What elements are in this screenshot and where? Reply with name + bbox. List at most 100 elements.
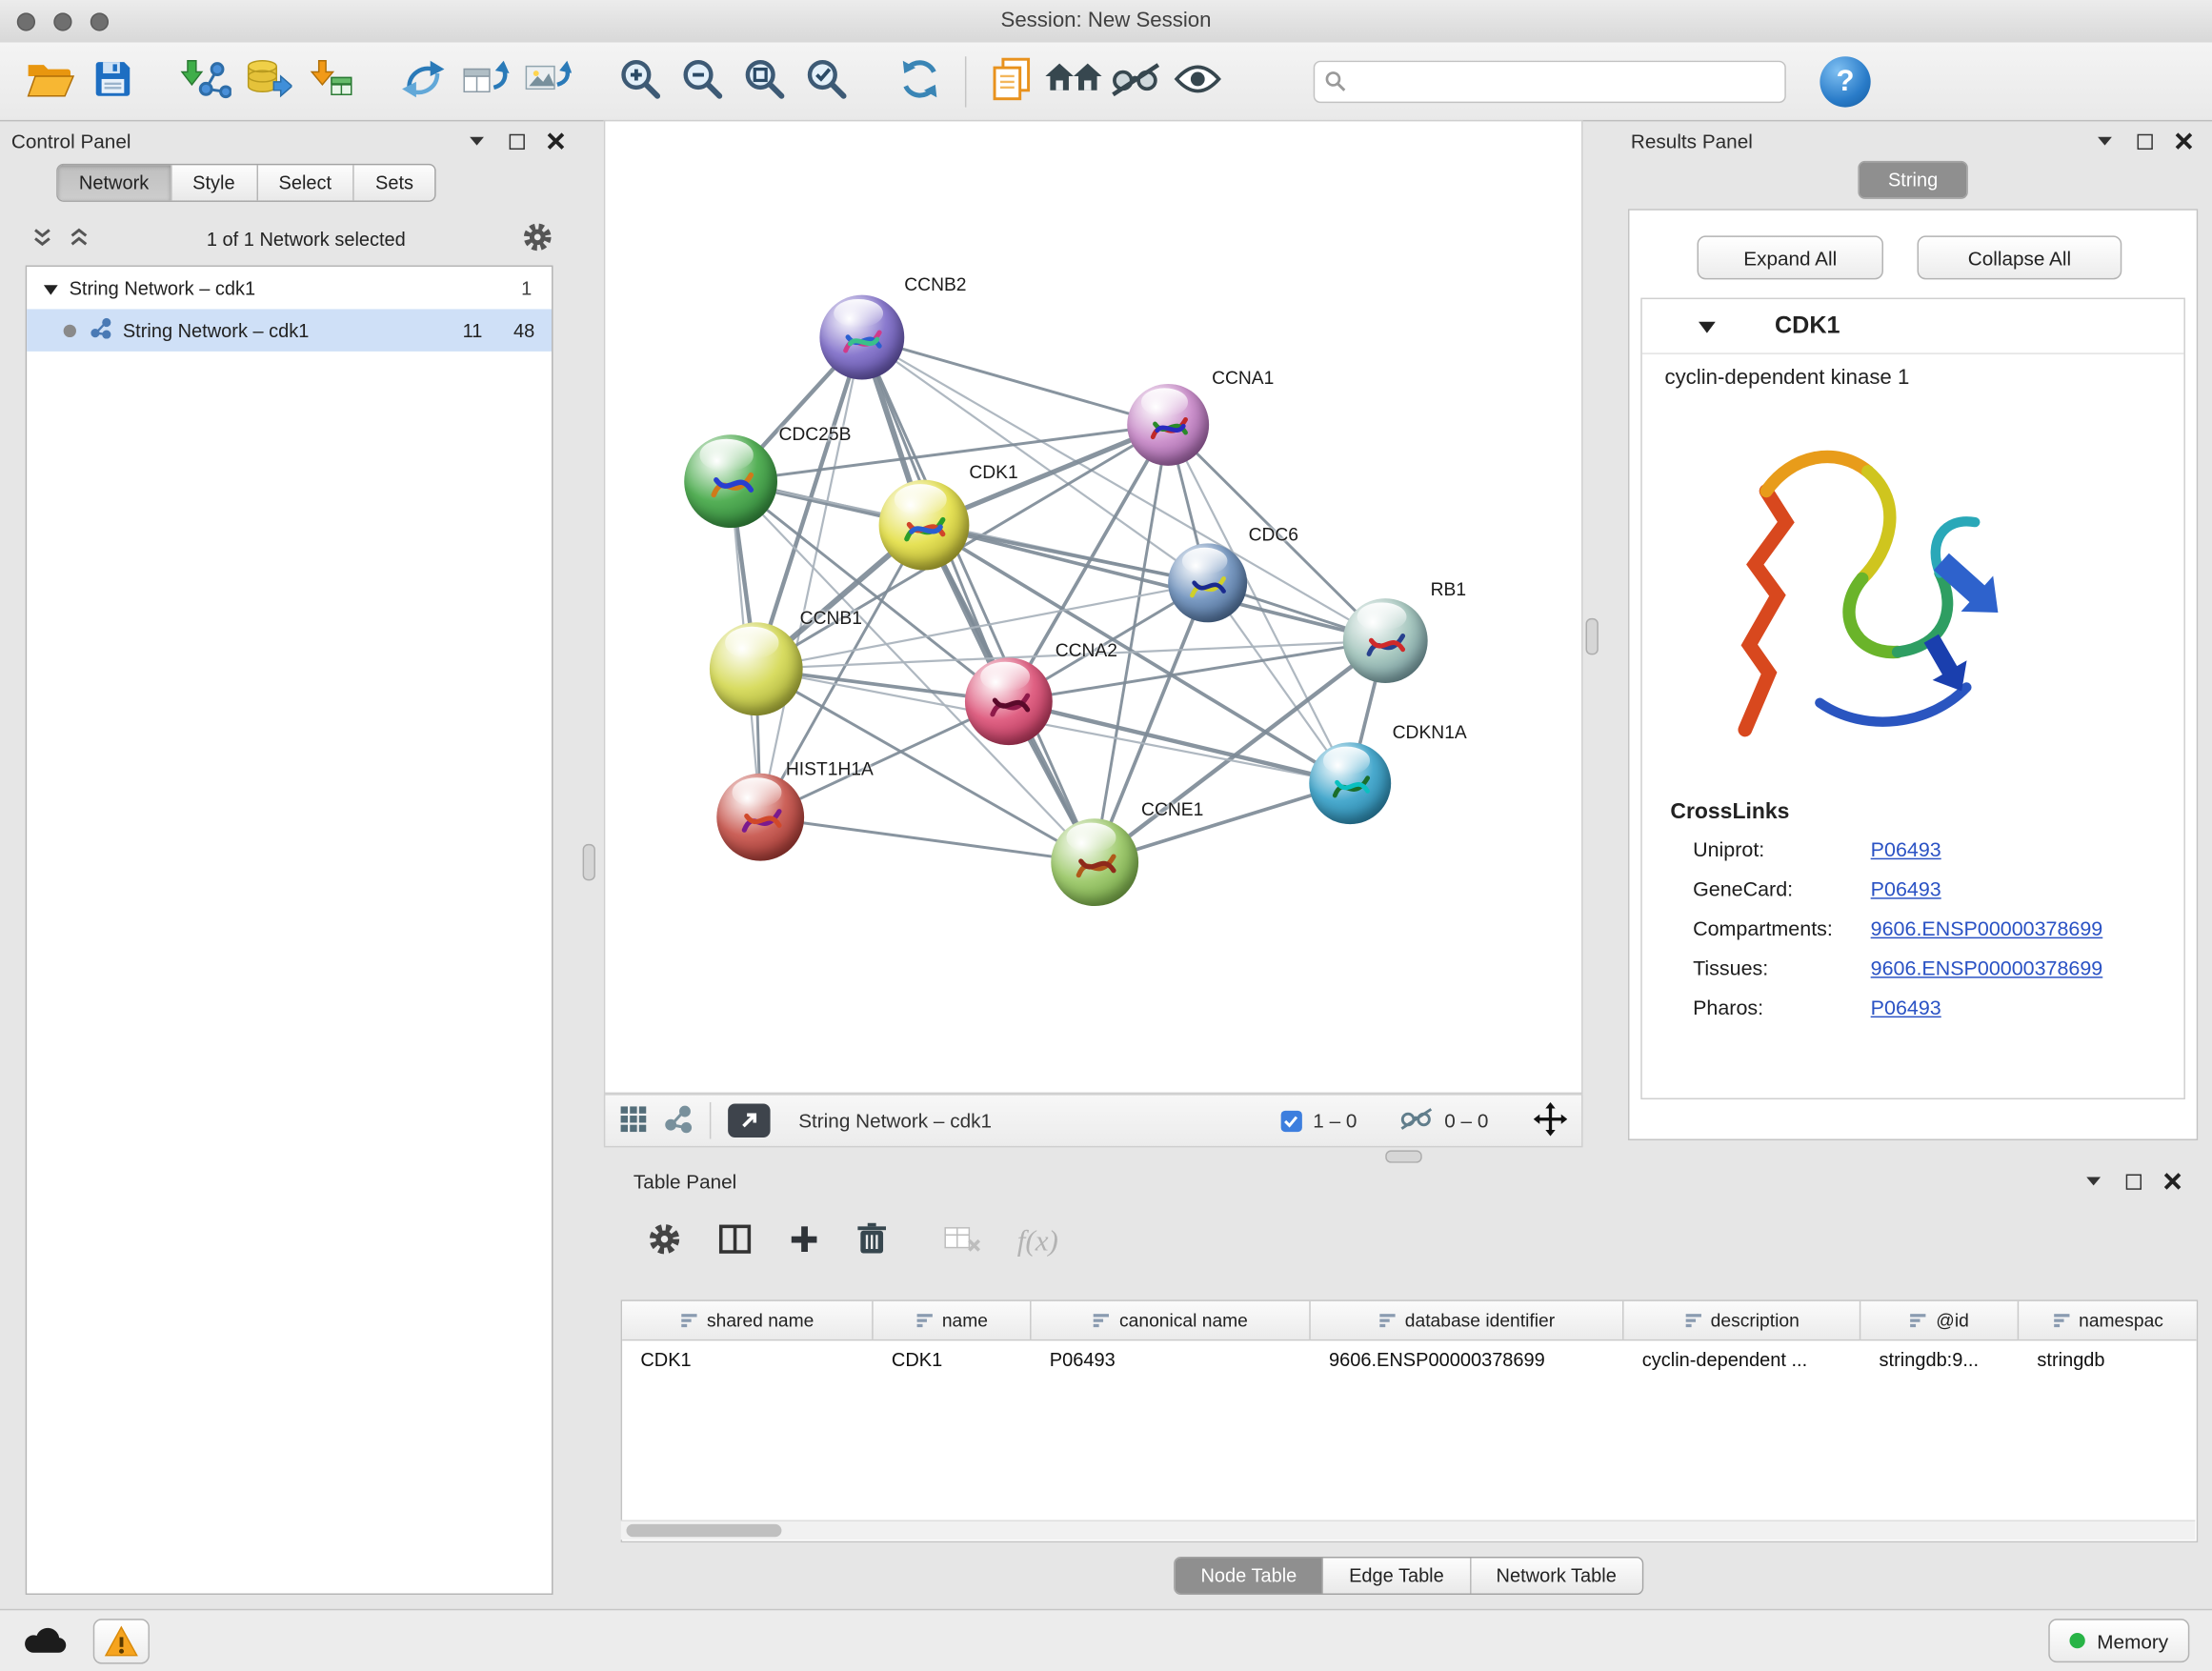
node-table: shared name name canonical name database… [621,1299,2199,1542]
image-export-button[interactable] [516,50,578,112]
grid-icon[interactable] [619,1104,648,1137]
open-in-window-button[interactable] [728,1103,770,1137]
column-header[interactable]: database identifier [1311,1301,1624,1339]
pan-crosshair-icon[interactable] [1534,1101,1568,1139]
tab-node-table[interactable]: Node Table [1176,1558,1324,1593]
search-icon [1325,70,1346,95]
tab-edge-table[interactable]: Edge Table [1323,1558,1470,1593]
table-export-button[interactable] [454,50,516,112]
network-node-rb1[interactable] [1343,598,1428,683]
selected-checkbox-icon[interactable] [1280,1110,1301,1131]
network-canvas[interactable]: CCNB2CCNA1CDC25BCDK1CDC6RB1CCNB1CCNA2CDK… [604,120,1583,1094]
crosslink-tissues[interactable]: 9606.ENSP00000378699 [1871,958,2184,981]
memory-label: Memory [2097,1629,2168,1652]
network-collection-row[interactable]: String Network – cdk1 1 [27,267,552,309]
column-header[interactable]: description [1624,1301,1861,1339]
delete-column-trash-icon[interactable] [856,1221,888,1259]
network-label: String Network – cdk1 [123,320,310,341]
hidden-glasses-icon[interactable] [1399,1106,1434,1135]
horizontal-splitter-handle[interactable] [1385,1150,1422,1162]
clone-network-button[interactable] [980,50,1042,112]
panel-close-icon[interactable] [545,130,568,152]
open-session-button[interactable] [20,50,82,112]
help-button[interactable]: ? [1820,56,1870,107]
import-network-database-button[interactable] [237,50,299,112]
save-session-button[interactable] [82,50,144,112]
network-node-cdk1[interactable] [879,480,970,571]
panel-close-icon[interactable] [2162,1170,2184,1193]
crosslink-uniprot[interactable]: P06493 [1871,839,2184,862]
status-bar: Memory [0,1609,2212,1671]
zoom-selected-button[interactable] [795,50,857,112]
panel-close-icon[interactable] [2173,130,2196,152]
panel-menu-icon[interactable] [2082,1170,2105,1193]
network-node-hist1h1a[interactable] [716,774,804,861]
left-splitter-handle[interactable] [583,844,595,881]
tab-network-table[interactable]: Network Table [1471,1558,1642,1593]
network-node-ccnb1[interactable] [710,622,803,715]
zoom-in-button[interactable] [610,50,672,112]
panel-menu-icon[interactable] [466,130,489,152]
show-hidden-button[interactable] [1167,50,1229,112]
expand-all-button[interactable]: Expand All [1698,235,1883,279]
scrollbar-thumb[interactable] [627,1524,782,1537]
panel-menu-icon[interactable] [2094,130,2117,152]
crosslinks-title: CrossLinks [1642,795,2184,826]
node-label: CDK1 [969,461,1017,482]
node-label: CCNB2 [904,273,966,294]
tab-string[interactable]: String [1860,162,1965,197]
column-header[interactable]: canonical name [1032,1301,1311,1339]
network-node-ccna1[interactable] [1127,384,1209,466]
collapse-all-icon[interactable] [31,227,54,251]
node-label: HIST1H1A [786,758,874,779]
refresh-view-button[interactable] [889,50,951,112]
tab-select[interactable]: Select [257,165,353,200]
horizontal-scrollbar[interactable] [621,1520,2196,1540]
panel-float-icon[interactable] [2133,130,2156,152]
warnings-button[interactable] [93,1618,150,1662]
crosslink-genecard[interactable]: P06493 [1871,879,2184,902]
section-disclosure-icon[interactable] [1699,315,1716,336]
import-table-button[interactable] [299,50,361,112]
table-settings-gear-icon[interactable] [648,1221,682,1259]
disclosure-triangle-icon[interactable] [44,277,58,298]
show-columns-icon[interactable] [718,1223,753,1258]
panel-float-icon[interactable] [505,130,528,152]
crosslink-pharos[interactable]: P06493 [1871,997,2184,1020]
selected-count-text: 1 – 0 [1313,1109,1357,1132]
expand-all-icon[interactable] [68,227,90,251]
zoom-fit-button[interactable] [734,50,795,112]
search-input[interactable] [1314,60,1786,102]
network-node-ccne1[interactable] [1051,818,1138,906]
column-header[interactable]: @id [1860,1301,2019,1339]
network-tree: String Network – cdk1 1 String Network –… [26,266,553,1595]
hide-selected-button[interactable] [1105,50,1167,112]
panel-float-icon[interactable] [2122,1170,2144,1193]
column-header[interactable]: name [874,1301,1032,1339]
cloud-icon[interactable] [23,1623,68,1658]
memory-button[interactable]: Memory [2049,1619,2189,1662]
tab-sets[interactable]: Sets [354,165,434,200]
tab-style[interactable]: Style [171,165,257,200]
network-row[interactable]: String Network – cdk1 11 48 [27,309,552,351]
table-row[interactable]: CDK1 CDK1 P06493 9606.ENSP00000378699 cy… [622,1340,2197,1378]
column-header[interactable]: namespac [2019,1301,2197,1339]
import-network-file-button[interactable] [175,50,237,112]
image-arrow-icon [523,58,571,105]
network-node-cdc25b[interactable] [684,434,777,528]
network-node-ccna2[interactable] [965,657,1053,745]
network-tools-button[interactable] [392,50,454,112]
right-splitter-handle[interactable] [1586,618,1599,655]
share-network-icon[interactable] [665,1104,694,1137]
collapse-all-button[interactable]: Collapse All [1918,235,2122,279]
tab-network[interactable]: Network [58,165,171,200]
gear-icon[interactable] [522,221,553,256]
column-header[interactable]: shared name [622,1301,874,1339]
network-node-cdkn1a[interactable] [1309,742,1391,824]
crosslink-compartments[interactable]: 9606.ENSP00000378699 [1871,918,2184,941]
zoom-out-button[interactable] [672,50,734,112]
add-column-plus-icon[interactable] [789,1223,820,1258]
network-node-cdc6[interactable] [1168,543,1247,622]
show-all-button[interactable] [1042,50,1104,112]
network-node-ccnb2[interactable] [819,295,904,380]
